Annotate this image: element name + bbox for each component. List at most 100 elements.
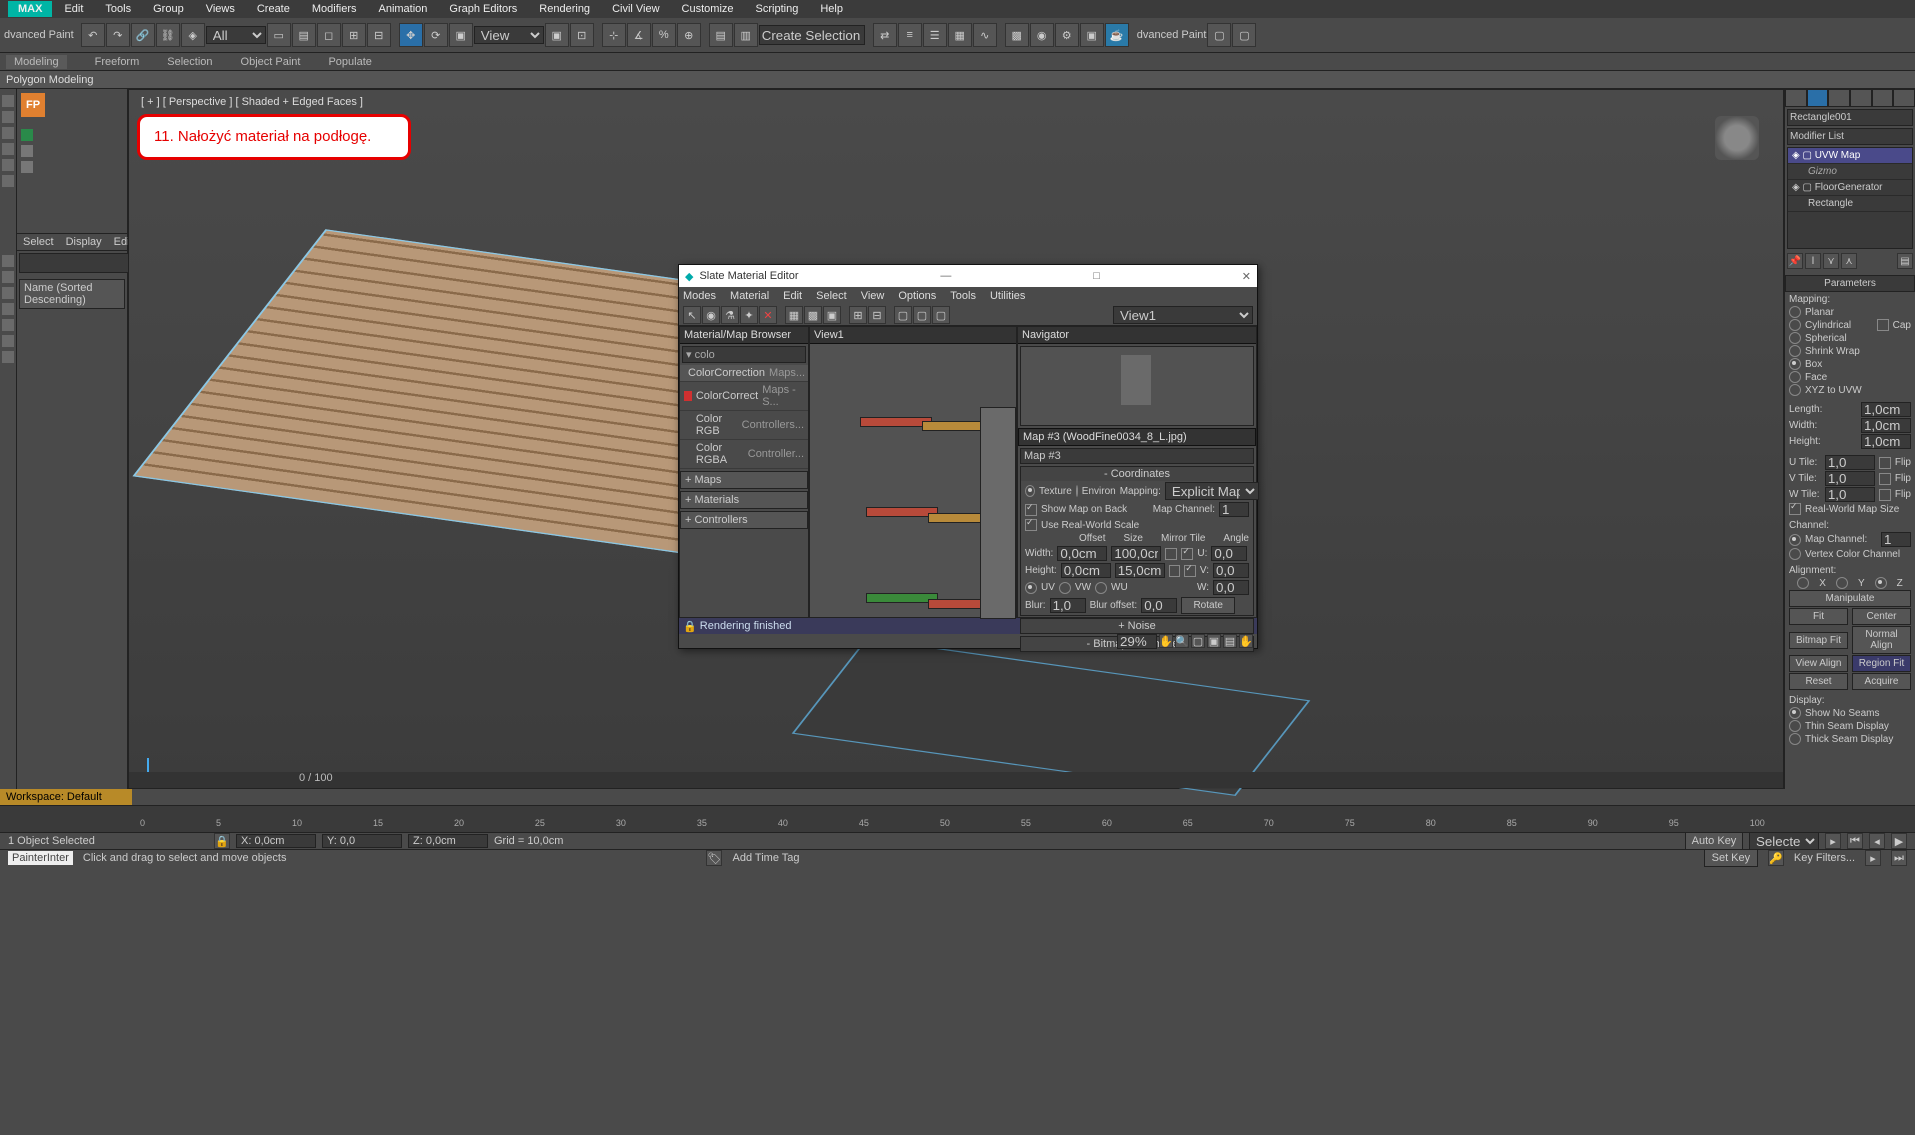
leftbar-icon[interactable] bbox=[2, 255, 14, 267]
vtile-spinner[interactable] bbox=[1825, 471, 1875, 486]
slate-menu-modes[interactable]: Modes bbox=[683, 290, 716, 302]
align-button[interactable]: ≡ bbox=[898, 23, 922, 47]
node-graph-view[interactable]: View1 bbox=[809, 326, 1017, 618]
percent-snap-button[interactable]: % bbox=[652, 23, 676, 47]
zoom-button[interactable]: 🔍 bbox=[1175, 634, 1189, 648]
undo-button[interactable]: ↶ bbox=[81, 23, 105, 47]
key-icon[interactable]: 🔑 bbox=[1768, 850, 1784, 866]
link-button[interactable]: 🔗 bbox=[131, 23, 155, 47]
modify-tab[interactable] bbox=[1807, 89, 1829, 107]
radio-noseams[interactable] bbox=[1789, 707, 1801, 719]
select-button[interactable]: ▭ bbox=[267, 23, 291, 47]
radio-vertexcolor[interactable] bbox=[1789, 548, 1801, 560]
rotate-button[interactable]: Rotate bbox=[1181, 597, 1235, 614]
name-column-header[interactable]: Name (Sorted Descending) bbox=[19, 279, 125, 309]
tab-select[interactable]: Select bbox=[23, 236, 54, 248]
slate-tool-button[interactable]: ⊞ bbox=[849, 306, 867, 324]
menu-civilview[interactable]: Civil View bbox=[602, 1, 669, 17]
stack-rectangle[interactable]: Rectangle bbox=[1788, 196, 1912, 212]
slate-menu-view[interactable]: View bbox=[861, 290, 885, 302]
leftbar-icon[interactable] bbox=[2, 335, 14, 347]
mapping-dropdown[interactable]: Explicit Map Channel bbox=[1165, 482, 1259, 500]
leftbar-icon[interactable] bbox=[2, 111, 14, 123]
maxscript-listener[interactable]: PainterInter bbox=[8, 851, 73, 865]
radio-face[interactable] bbox=[1789, 371, 1801, 383]
pan-button[interactable]: ✋ bbox=[1159, 634, 1173, 648]
parameters-header[interactable]: Parameters bbox=[1785, 275, 1915, 292]
viewcube[interactable] bbox=[1715, 116, 1759, 160]
cap-checkbox[interactable] bbox=[1877, 319, 1889, 331]
schematic-button[interactable]: ▩ bbox=[1005, 23, 1029, 47]
slate-view-dropdown[interactable]: View1 bbox=[1113, 306, 1253, 324]
material-output-node[interactable] bbox=[980, 407, 1016, 619]
slate-tool-button[interactable]: ▦ bbox=[785, 306, 803, 324]
utilities-tab[interactable] bbox=[1893, 89, 1915, 107]
radio-vw[interactable] bbox=[1059, 582, 1071, 594]
center-button[interactable]: Center bbox=[1852, 608, 1911, 625]
menu-group[interactable]: Group bbox=[143, 1, 194, 17]
close-button[interactable]: ✕ bbox=[1242, 270, 1251, 283]
make-unique-button[interactable]: ⋎ bbox=[1823, 253, 1839, 269]
radio-box[interactable] bbox=[1789, 358, 1801, 370]
radio-planar[interactable] bbox=[1789, 306, 1801, 318]
unlink-button[interactable]: ⛓ bbox=[156, 23, 180, 47]
ribbon-selection[interactable]: Selection bbox=[167, 56, 212, 68]
mirror-w-checkbox[interactable] bbox=[1165, 548, 1177, 560]
slate-tool-button[interactable]: ⚗ bbox=[721, 306, 739, 324]
slate-menu-tools[interactable]: Tools bbox=[950, 290, 976, 302]
leftbar-icon[interactable] bbox=[2, 303, 14, 315]
menu-edit[interactable]: Edit bbox=[54, 1, 93, 17]
slate-menu-options[interactable]: Options bbox=[898, 290, 936, 302]
modifier-list-dropdown[interactable]: Modifier List bbox=[1787, 128, 1913, 145]
viewalign-button[interactable]: View Align bbox=[1789, 655, 1848, 672]
mirror-h-checkbox[interactable] bbox=[1169, 565, 1181, 577]
lock-selection-button[interactable]: 🔒 bbox=[214, 833, 230, 849]
time-slider[interactable]: 0 / 100 bbox=[129, 772, 1783, 788]
offset-h-spinner[interactable] bbox=[1061, 563, 1111, 578]
browser-cat-maps[interactable]: + Maps bbox=[680, 471, 808, 489]
bitmapfit-button[interactable]: Bitmap Fit bbox=[1789, 632, 1848, 649]
leftbar-icon[interactable] bbox=[2, 351, 14, 363]
slate-menu-select[interactable]: Select bbox=[816, 290, 847, 302]
minimize-button[interactable]: — bbox=[940, 270, 951, 282]
leftbar-icon[interactable] bbox=[2, 159, 14, 171]
configure-sets-button[interactable]: ▤ bbox=[1897, 253, 1913, 269]
snap-toggle-button[interactable]: ⊹ bbox=[602, 23, 626, 47]
toggle-ribbon-button[interactable]: ▦ bbox=[948, 23, 972, 47]
stack-floorgenerator[interactable]: ◈ ▢ FloorGenerator bbox=[1788, 180, 1912, 196]
slate-pick-button[interactable]: ↖ bbox=[683, 306, 701, 324]
browser-search[interactable]: ▾ colo bbox=[682, 346, 806, 363]
menu-views[interactable]: Views bbox=[196, 1, 245, 17]
align-z-radio[interactable] bbox=[1875, 577, 1887, 589]
pivot-button[interactable]: ▣ bbox=[545, 23, 569, 47]
browser-item[interactable]: ColorCorrectMaps - S... bbox=[680, 382, 808, 411]
x-coord[interactable]: X: 0,0cm bbox=[236, 834, 316, 848]
tab-display[interactable]: Display bbox=[66, 236, 102, 248]
slate-titlebar[interactable]: ◆ Slate Material Editor — □ ✕ bbox=[679, 265, 1257, 287]
bind-button[interactable]: ◈ bbox=[181, 23, 205, 47]
goto-start-button[interactable]: ⏮ bbox=[1847, 833, 1863, 849]
slate-tool-button[interactable]: ✦ bbox=[740, 306, 758, 324]
radio-spherical[interactable] bbox=[1789, 332, 1801, 344]
slate-menu-edit[interactable]: Edit bbox=[783, 290, 802, 302]
wflip-checkbox[interactable] bbox=[1879, 489, 1891, 501]
ribbon-populate[interactable]: Populate bbox=[328, 56, 371, 68]
tree-icon[interactable] bbox=[21, 161, 33, 173]
utile-spinner[interactable] bbox=[1825, 455, 1875, 470]
render-setup-button[interactable]: ⚙ bbox=[1055, 23, 1079, 47]
show-result-button[interactable]: Ⅰ bbox=[1805, 253, 1821, 269]
angle-u-spinner[interactable] bbox=[1211, 546, 1247, 561]
tree-icon[interactable] bbox=[21, 145, 33, 157]
create-tab[interactable] bbox=[1785, 89, 1807, 107]
size-w-spinner[interactable] bbox=[1111, 546, 1161, 561]
prev-frame-button[interactable]: ◂ bbox=[1869, 833, 1885, 849]
width-spinner[interactable] bbox=[1861, 418, 1911, 433]
mapchannel-spinner[interactable] bbox=[1219, 502, 1249, 517]
workspace-label[interactable]: Workspace: Default bbox=[0, 789, 132, 805]
radio-cylindrical[interactable] bbox=[1789, 319, 1801, 331]
named-sel-button[interactable]: ▤ bbox=[709, 23, 733, 47]
hierarchy-tab[interactable] bbox=[1828, 89, 1850, 107]
slate-tool-button[interactable]: ▩ bbox=[804, 306, 822, 324]
maximize-button[interactable]: □ bbox=[1093, 270, 1100, 282]
menu-modifiers[interactable]: Modifiers bbox=[302, 1, 367, 17]
